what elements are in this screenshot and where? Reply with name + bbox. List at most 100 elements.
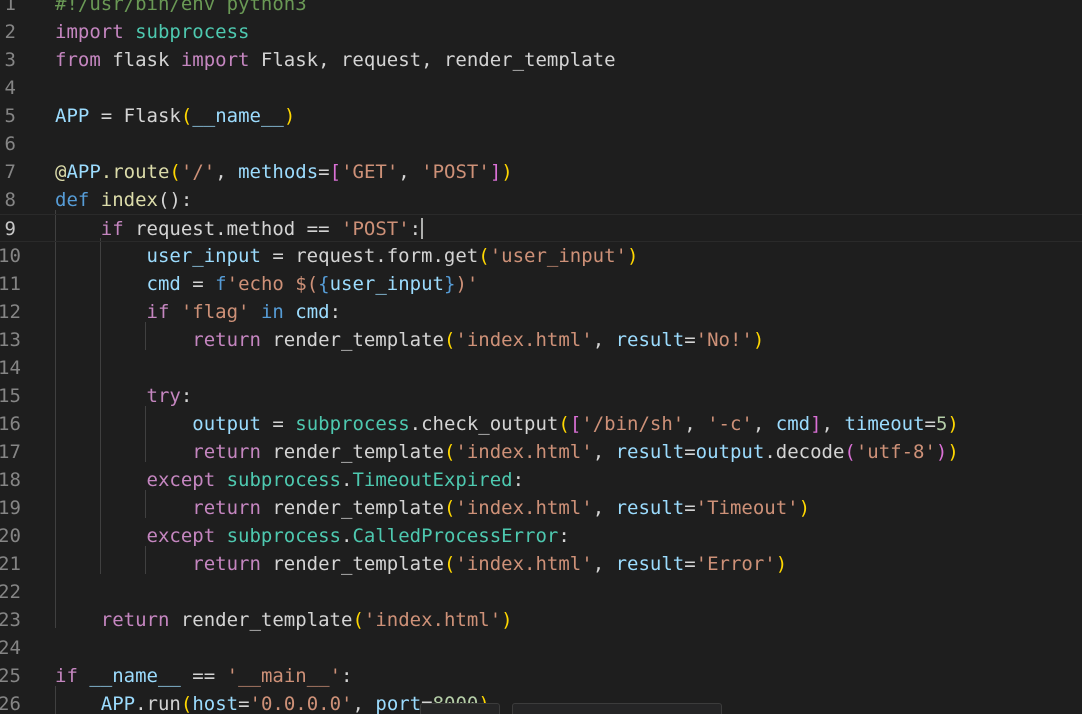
code-token: ( [844, 441, 856, 463]
code-token: : [512, 469, 525, 491]
code-token: render_template [260, 441, 444, 463]
code-token: ) [283, 105, 296, 127]
code-token: = [684, 441, 696, 463]
code-token: ) [501, 609, 513, 631]
code-token: user_input [146, 245, 261, 267]
code-line[interactable]: 23 return render_template('index.html') [0, 606, 1082, 634]
code-token: , [592, 497, 616, 519]
line-number: 10 [0, 245, 21, 267]
code-text: APP = Flask(__name__) [55, 102, 295, 130]
line-number: 22 [0, 581, 21, 603]
code-text: return render_template('index.html') [55, 606, 513, 634]
code-token: ( [443, 497, 456, 519]
code-token: = [89, 105, 124, 127]
code-line[interactable]: 22 [0, 578, 1082, 606]
code-token: Flask, request, render_template [249, 49, 616, 71]
code-token: ) [626, 245, 639, 267]
code-token: render_template [260, 329, 444, 351]
code-token: APP [66, 161, 101, 183]
code-token: result [615, 441, 685, 463]
code-token: 'echo $( [226, 273, 319, 295]
code-line[interactable]: 4 [0, 74, 1082, 102]
code-line[interactable]: 10 user_input = request.form.get('user_i… [0, 242, 1082, 270]
code-token: = [238, 693, 250, 714]
code-token: port [375, 693, 422, 714]
code-token: , [592, 553, 616, 575]
code-line[interactable]: 3 from flask import Flask, request, rende… [0, 46, 1082, 74]
code-token: '/bin/sh' [581, 413, 685, 435]
code-token: '__main__' [226, 665, 342, 687]
code-token: = [318, 161, 330, 183]
code-token: : [409, 218, 422, 240]
code-token: cmd [146, 273, 181, 295]
code-line[interactable]: 17 return render_template('index.html', … [0, 438, 1082, 466]
code-line[interactable]: 7 @APP.route('/', methods=['GET', 'POST']… [0, 158, 1082, 186]
code-token: if [146, 301, 170, 323]
code-line[interactable]: 18 except subprocess.TimeoutExpired: [0, 466, 1082, 494]
line-number: 26 [0, 693, 21, 714]
code-text: #!/usr/bin/env python3 [55, 0, 307, 18]
code-line[interactable]: 13 return render_template('index.html', … [0, 326, 1082, 354]
code-token: ( [443, 441, 456, 463]
line-number: 21 [0, 553, 21, 575]
code-line[interactable]: 15 try: [0, 382, 1082, 410]
code-token: return [192, 329, 261, 351]
code-token: )' [455, 273, 479, 295]
code-line[interactable]: 9 if request.method == 'POST': [0, 214, 1082, 242]
line-number: 25 [0, 665, 21, 687]
code-token: ( [180, 693, 193, 714]
code-token: subprocess [295, 413, 410, 435]
code-token: .check_output [409, 413, 559, 435]
code-token: render_template [260, 553, 444, 575]
code-token: APP [55, 105, 90, 127]
code-token: , [352, 693, 376, 714]
code-token: 'index.html' [455, 329, 593, 351]
code-token: , [398, 161, 422, 183]
code-token: @ [55, 161, 67, 183]
line-number: 24 [0, 637, 21, 659]
code-token: 'index.html' [455, 441, 593, 463]
line-number: 1 [4, 0, 16, 15]
code-token: . [341, 469, 353, 491]
code-line[interactable]: 6 [0, 130, 1082, 158]
code-line[interactable]: 11 cmd = f'echo $({user_input})' [0, 270, 1082, 298]
code-line[interactable]: 20 except subprocess.CalledProcessError: [0, 522, 1082, 550]
code-line[interactable]: 19 return render_template('index.html', … [0, 494, 1082, 522]
code-line[interactable]: 2 import subprocess [0, 18, 1082, 46]
line-number: 8 [4, 189, 16, 211]
code-token: from [55, 49, 101, 71]
code-token: [ [329, 161, 342, 183]
line-number: 11 [0, 273, 21, 295]
code-text: return render_template('index.html', res… [55, 494, 810, 522]
code-line[interactable]: 12 if 'flag' in cmd: [0, 298, 1082, 326]
code-line[interactable]: 5 APP = Flask(__name__) [0, 102, 1082, 130]
code-line[interactable]: 14 [0, 354, 1082, 382]
code-line[interactable]: 16 output = subprocess.check_output(['/b… [0, 410, 1082, 438]
code-token: : [180, 385, 193, 407]
code-line[interactable]: 25 if __name__ == '__main__': [0, 662, 1082, 690]
code-line[interactable]: 24 [0, 634, 1082, 662]
code-token: '0.0.0.0' [249, 693, 353, 714]
code-token: '/' [180, 161, 216, 183]
code-line[interactable]: 1 #!/usr/bin/env python3 [0, 0, 1082, 18]
code-token: = [684, 497, 696, 519]
code-token: ) [947, 441, 959, 463]
code-line[interactable]: 8 def index(): [0, 186, 1082, 214]
code-line[interactable]: 21 return render_template('index.html', … [0, 550, 1082, 578]
code-token: ) [947, 413, 959, 435]
code-token: CalledProcessError [352, 525, 559, 547]
line-number: 19 [0, 497, 21, 519]
code-token: cmd [775, 413, 811, 435]
code-token: import [180, 49, 250, 71]
code-editor[interactable]: 1 #!/usr/bin/env python3 2 import subproces… [0, 0, 1082, 714]
code-token: __name__ [89, 665, 181, 687]
